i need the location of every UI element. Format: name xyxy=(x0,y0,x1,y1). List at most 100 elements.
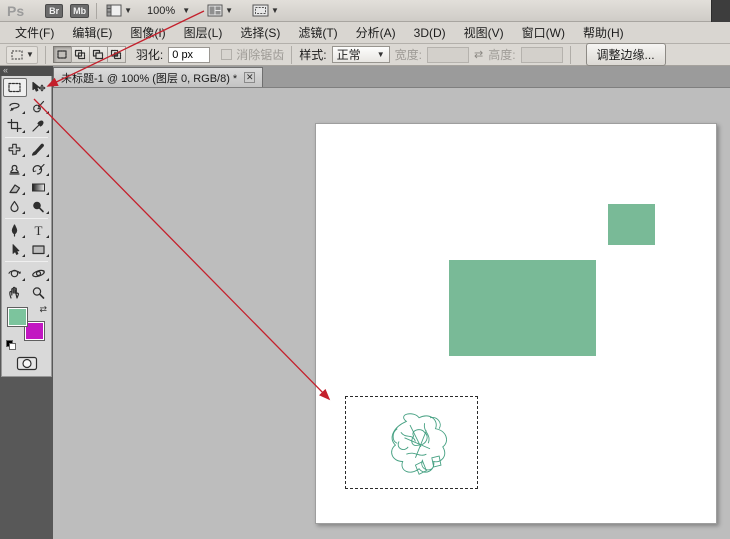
chevron-down-icon: ▼ xyxy=(225,6,233,15)
bridge-button[interactable]: Br xyxy=(45,4,63,18)
document-tab[interactable]: 未标题-1 @ 100% (图层 0, RGB/8) * ✕ xyxy=(53,67,263,87)
mini-bridge-button[interactable]: Mb xyxy=(70,4,89,18)
menu-edit[interactable]: 编辑(E) xyxy=(63,21,121,44)
toolbox-column: « xyxy=(0,66,53,539)
canvas[interactable] xyxy=(315,123,717,524)
style-dropdown[interactable]: 正常 ▼ xyxy=(332,46,390,63)
history-brush-tool[interactable] xyxy=(27,159,51,178)
spot-healing-brush-icon xyxy=(7,143,22,156)
zoom-tool[interactable] xyxy=(27,283,51,302)
photoshop-logo: Ps xyxy=(7,3,24,19)
menu-bar: 文件(F) 编辑(E) 图像(I) 图层(L) 选择(S) 滤镜(T) 分析(A… xyxy=(0,22,730,44)
chevron-down-icon: ▼ xyxy=(377,50,385,59)
feather-label: 羽化: xyxy=(136,46,163,63)
3d-rotate-tool[interactable] xyxy=(3,264,27,283)
type-tool[interactable]: T xyxy=(27,221,51,240)
toolbox-collapse-header[interactable]: « xyxy=(0,66,53,76)
separator xyxy=(570,46,571,64)
clone-stamp-tool[interactable] xyxy=(3,159,27,178)
style-label: 样式: xyxy=(299,46,326,63)
crop-tool[interactable] xyxy=(3,116,27,135)
scribble-sketch xyxy=(378,405,462,487)
new-selection-icon xyxy=(56,49,68,60)
blur-tool[interactable] xyxy=(3,197,27,216)
quick-mask-button[interactable] xyxy=(2,356,51,373)
lasso-tool[interactable] xyxy=(3,97,27,116)
chevron-down-icon: ▼ xyxy=(271,6,279,15)
lasso-icon xyxy=(7,100,22,113)
eyedropper-tool[interactable] xyxy=(27,116,51,135)
menu-file[interactable]: 文件(F) xyxy=(6,21,63,44)
move-icon xyxy=(31,81,46,94)
chevron-down-icon[interactable]: ▼ xyxy=(182,6,190,15)
intersect-selection-icon xyxy=(110,49,122,60)
menu-3d[interactable]: 3D(D) xyxy=(405,23,455,43)
subtract-from-selection-button[interactable] xyxy=(89,46,108,63)
3d-orbit-icon xyxy=(31,267,46,280)
hand-icon xyxy=(7,286,22,299)
svg-text:T: T xyxy=(35,224,43,237)
zoom-level[interactable]: 100% xyxy=(147,5,175,17)
document-tab-bar: 未标题-1 @ 100% (图层 0, RGB/8) * ✕ xyxy=(53,66,730,88)
move-tool[interactable] xyxy=(27,78,51,97)
menu-select[interactable]: 选择(S) xyxy=(231,21,289,44)
default-colors-icon[interactable] xyxy=(6,340,17,350)
arrange-documents-icon xyxy=(207,4,223,17)
menu-window[interactable]: 窗口(W) xyxy=(513,21,574,44)
menu-view[interactable]: 视图(V) xyxy=(455,21,513,44)
dodge-icon xyxy=(31,200,46,213)
antialias-label: 消除锯齿 xyxy=(236,46,284,63)
refine-edge-button[interactable]: 调整边缘... xyxy=(586,43,666,66)
chevron-down-icon: ▼ xyxy=(26,50,34,59)
feather-input[interactable] xyxy=(168,47,210,63)
add-to-selection-button[interactable] xyxy=(71,46,90,63)
view-extras-button[interactable]: ▼ xyxy=(104,3,134,18)
path-selection-tool[interactable] xyxy=(3,240,27,259)
dodge-tool[interactable] xyxy=(27,197,51,216)
width-input xyxy=(427,47,469,63)
brush-tool[interactable] xyxy=(27,140,51,159)
workspace-panel-button[interactable] xyxy=(711,0,730,22)
menu-help[interactable]: 帮助(H) xyxy=(574,21,633,44)
gradient-tool[interactable] xyxy=(27,178,51,197)
menu-image[interactable]: 图像(I) xyxy=(121,21,174,44)
eraser-tool[interactable] xyxy=(3,178,27,197)
pen-icon xyxy=(7,224,22,237)
close-icon[interactable]: ✕ xyxy=(244,72,255,83)
3d-orbit-tool[interactable] xyxy=(27,264,51,283)
selection-combine-group xyxy=(53,46,125,63)
document-area xyxy=(53,88,730,539)
height-label: 高度: xyxy=(488,46,515,63)
clone-stamp-icon xyxy=(7,162,22,175)
rectangle-shape-tool[interactable] xyxy=(27,240,51,259)
gradient-icon xyxy=(31,181,46,194)
quick-mask-icon xyxy=(16,356,38,371)
intersect-selection-button[interactable] xyxy=(107,46,126,63)
quick-selection-icon xyxy=(31,100,46,113)
rectangular-marquee-tool[interactable] xyxy=(3,78,27,97)
hand-tool[interactable] xyxy=(3,283,27,302)
view-extras-icon xyxy=(106,4,122,17)
new-selection-button[interactable] xyxy=(53,46,72,63)
arrange-documents-button[interactable]: ▼ xyxy=(205,3,235,18)
marquee-selection[interactable] xyxy=(345,396,478,489)
screen-mode-button[interactable]: ▼ xyxy=(250,3,281,18)
toolbox: T ⇄ xyxy=(1,76,52,377)
foreground-color-swatch[interactable] xyxy=(7,307,28,327)
spot-healing-brush-tool[interactable] xyxy=(3,140,27,159)
swap-dimensions-icon: ⇄ xyxy=(474,48,483,61)
application-bar: Ps Br Mb ▼ 100% ▼ ▼ ▼ xyxy=(0,0,730,22)
swap-colors-icon[interactable]: ⇄ xyxy=(39,304,47,315)
green-rectangle-shape xyxy=(449,260,596,356)
3d-rotate-icon xyxy=(7,267,22,280)
menu-analysis[interactable]: 分析(A) xyxy=(347,21,405,44)
quick-selection-tool[interactable] xyxy=(27,97,51,116)
tool-options-bar: ▼ 羽化: 消除锯齿 样式: 正常 ▼ 宽度: ⇄ 高度: 调整边缘... xyxy=(0,44,730,66)
screen-mode-icon xyxy=(252,4,269,17)
menu-filter[interactable]: 滤镜(T) xyxy=(289,21,346,44)
eraser-icon xyxy=(7,181,22,194)
pen-tool[interactable] xyxy=(3,221,27,240)
brush-icon xyxy=(31,143,46,156)
menu-layer[interactable]: 图层(L) xyxy=(175,21,232,44)
tool-preset-picker[interactable]: ▼ xyxy=(6,46,38,64)
